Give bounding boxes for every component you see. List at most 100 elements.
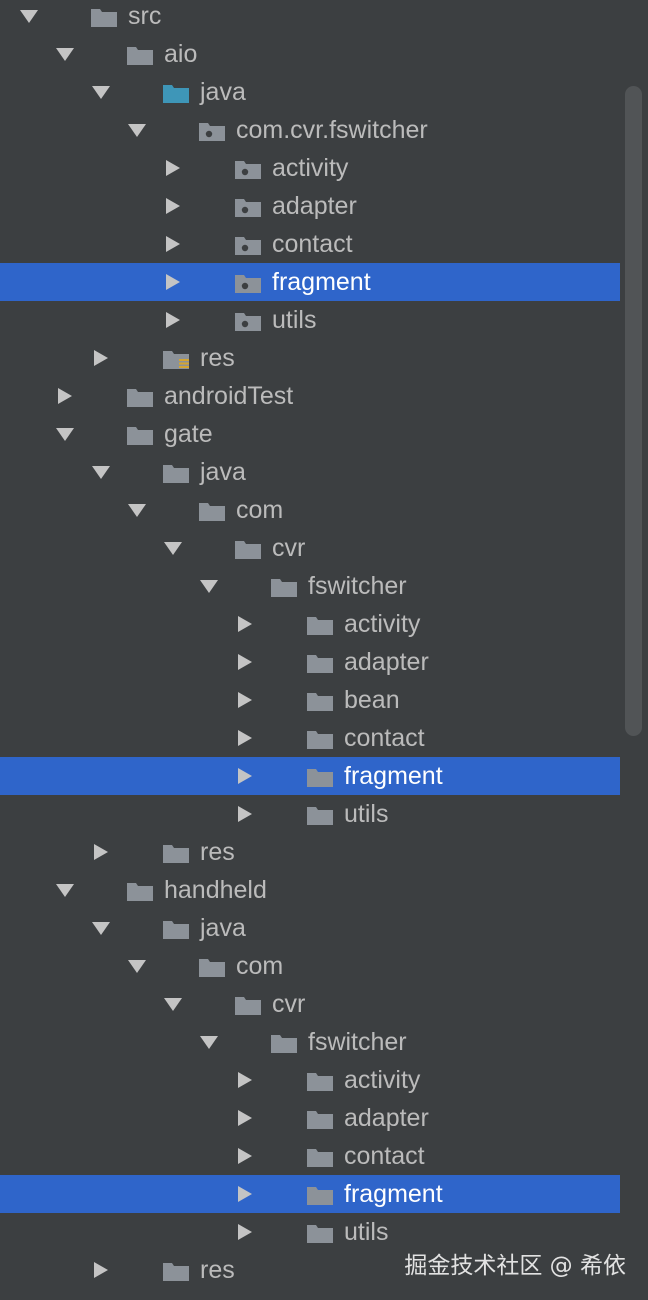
tree-node[interactable]: androidTest bbox=[0, 377, 620, 415]
expand-arrow-right-icon[interactable] bbox=[56, 388, 74, 404]
tree-node[interactable]: bean bbox=[0, 681, 620, 719]
expand-arrow-right-icon[interactable] bbox=[164, 160, 182, 176]
tree-node-label: adapter bbox=[272, 192, 357, 220]
expand-arrow-down-icon[interactable] bbox=[92, 920, 110, 936]
expand-arrow-right-icon[interactable] bbox=[164, 312, 182, 328]
tree-node-label: java bbox=[200, 78, 246, 106]
tree-node[interactable]: cvr bbox=[0, 985, 620, 1023]
folder-icon bbox=[162, 462, 190, 484]
tree-node[interactable]: contact bbox=[0, 1137, 620, 1175]
expand-arrow-right-icon[interactable] bbox=[164, 236, 182, 252]
folder-icon bbox=[306, 1108, 334, 1130]
tree-node-label: cvr bbox=[272, 990, 306, 1018]
package-icon bbox=[234, 272, 262, 294]
expand-arrow-down-icon[interactable] bbox=[164, 540, 182, 556]
package-icon bbox=[234, 310, 262, 332]
resource-folder-icon bbox=[162, 348, 190, 370]
expand-arrow-right-icon[interactable] bbox=[164, 198, 182, 214]
expand-arrow-down-icon[interactable] bbox=[92, 84, 110, 100]
watermark: 掘金技术社区 @ 希依 bbox=[404, 1253, 626, 1279]
expand-arrow-right-icon[interactable] bbox=[236, 730, 254, 746]
expand-arrow-down-icon[interactable] bbox=[92, 464, 110, 480]
tree-node-label: res bbox=[200, 838, 235, 866]
tree-node-label: utils bbox=[344, 1218, 389, 1246]
tree-node[interactable]: adapter bbox=[0, 643, 620, 681]
tree-node[interactable]: handheld bbox=[0, 871, 620, 909]
expand-arrow-right-icon[interactable] bbox=[236, 616, 254, 632]
expand-arrow-right-icon[interactable] bbox=[92, 844, 110, 860]
tree-node-label: com.cvr.fswitcher bbox=[236, 116, 428, 144]
folder-icon bbox=[162, 842, 190, 864]
tree-node[interactable]: fragment bbox=[0, 263, 620, 301]
tree-node-label: fswitcher bbox=[308, 572, 407, 600]
tree-node-label: java bbox=[200, 914, 246, 942]
tree-node[interactable]: contact bbox=[0, 719, 620, 757]
tree-node[interactable]: utils bbox=[0, 301, 620, 339]
expand-arrow-down-icon[interactable] bbox=[56, 426, 74, 442]
expand-arrow-right-icon[interactable] bbox=[164, 274, 182, 290]
folder-icon bbox=[306, 1070, 334, 1092]
tree-node[interactable]: com.cvr.fswitcher bbox=[0, 111, 620, 149]
expand-arrow-down-icon[interactable] bbox=[128, 958, 146, 974]
expand-arrow-down-icon[interactable] bbox=[56, 882, 74, 898]
tree-node-label: fragment bbox=[344, 1180, 443, 1208]
tree-node[interactable]: adapter bbox=[0, 187, 620, 225]
tree-node-label: contact bbox=[272, 230, 353, 258]
tree-node-label: java bbox=[200, 458, 246, 486]
tree-node[interactable]: src bbox=[0, 0, 620, 35]
tree-node[interactable]: contact bbox=[0, 225, 620, 263]
project-tree: src aio java com.cvr.fswitcher activity adapt… bbox=[0, 0, 620, 1289]
expand-arrow-down-icon[interactable] bbox=[200, 1034, 218, 1050]
expand-arrow-down-icon[interactable] bbox=[20, 8, 38, 24]
tree-node[interactable]: fswitcher bbox=[0, 567, 620, 605]
expand-arrow-right-icon[interactable] bbox=[236, 1148, 254, 1164]
folder-icon bbox=[306, 614, 334, 636]
tree-node[interactable]: gate bbox=[0, 415, 620, 453]
folder-icon bbox=[306, 690, 334, 712]
expand-arrow-right-icon[interactable] bbox=[236, 1110, 254, 1126]
tree-node[interactable]: aio bbox=[0, 35, 620, 73]
expand-arrow-right-icon[interactable] bbox=[236, 768, 254, 784]
expand-arrow-right-icon[interactable] bbox=[236, 1224, 254, 1240]
tree-node[interactable]: java bbox=[0, 909, 620, 947]
expand-arrow-right-icon[interactable] bbox=[236, 1072, 254, 1088]
folder-icon bbox=[126, 386, 154, 408]
tree-node-label: fswitcher bbox=[308, 1028, 407, 1056]
expand-arrow-down-icon[interactable] bbox=[128, 502, 146, 518]
tree-node-label: contact bbox=[344, 1142, 425, 1170]
expand-arrow-down-icon[interactable] bbox=[164, 996, 182, 1012]
tree-node-label: src bbox=[128, 2, 162, 30]
expand-arrow-down-icon[interactable] bbox=[56, 46, 74, 62]
folder-icon bbox=[306, 766, 334, 788]
expand-arrow-right-icon[interactable] bbox=[236, 806, 254, 822]
package-icon bbox=[234, 234, 262, 256]
tree-node[interactable]: activity bbox=[0, 149, 620, 187]
tree-node-label: fragment bbox=[344, 762, 443, 790]
scrollbar-thumb[interactable] bbox=[625, 86, 642, 736]
tree-node[interactable]: java bbox=[0, 453, 620, 491]
tree-node[interactable]: fragment bbox=[0, 757, 620, 795]
tree-node-label: utils bbox=[344, 800, 389, 828]
tree-node[interactable]: activity bbox=[0, 605, 620, 643]
tree-node[interactable]: com bbox=[0, 947, 620, 985]
expand-arrow-down-icon[interactable] bbox=[128, 122, 146, 138]
expand-arrow-down-icon[interactable] bbox=[200, 578, 218, 594]
expand-arrow-right-icon[interactable] bbox=[236, 692, 254, 708]
tree-node-label: bean bbox=[344, 686, 400, 714]
expand-arrow-right-icon[interactable] bbox=[236, 1186, 254, 1202]
tree-node[interactable]: activity bbox=[0, 1061, 620, 1099]
tree-node[interactable]: res bbox=[0, 833, 620, 871]
tree-node[interactable]: java bbox=[0, 73, 620, 111]
expand-arrow-right-icon[interactable] bbox=[92, 350, 110, 366]
expand-arrow-right-icon[interactable] bbox=[236, 654, 254, 670]
folder-icon bbox=[234, 538, 262, 560]
tree-node[interactable]: com bbox=[0, 491, 620, 529]
tree-node[interactable]: fragment bbox=[0, 1175, 620, 1213]
tree-node[interactable]: utils bbox=[0, 795, 620, 833]
expand-arrow-right-icon[interactable] bbox=[92, 1262, 110, 1278]
tree-node[interactable]: adapter bbox=[0, 1099, 620, 1137]
folder-icon bbox=[234, 994, 262, 1016]
tree-node[interactable]: res bbox=[0, 339, 620, 377]
tree-node[interactable]: cvr bbox=[0, 529, 620, 567]
tree-node[interactable]: fswitcher bbox=[0, 1023, 620, 1061]
